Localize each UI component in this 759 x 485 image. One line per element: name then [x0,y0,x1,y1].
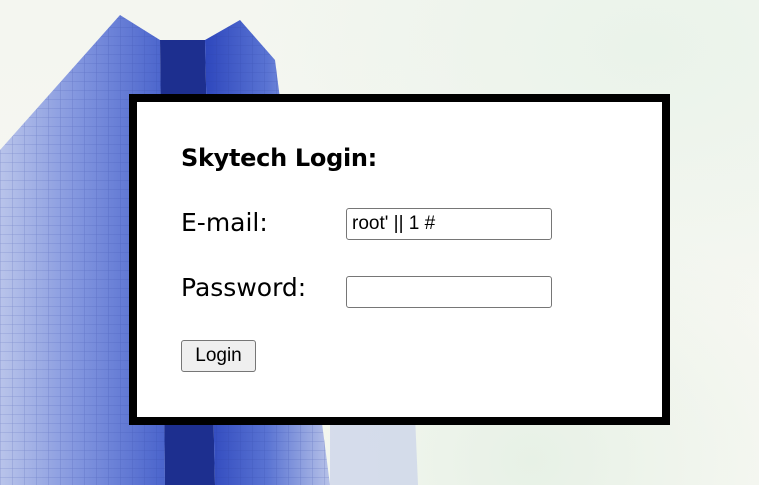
email-label: E-mail: [181,208,268,237]
login-title: Skytech Login: [181,144,377,172]
password-label: Password: [181,273,307,302]
login-panel: Skytech Login: E-mail: Password: Login [129,94,670,425]
login-button[interactable]: Login [181,340,256,372]
password-field[interactable] [346,276,552,308]
email-field[interactable] [346,208,552,240]
